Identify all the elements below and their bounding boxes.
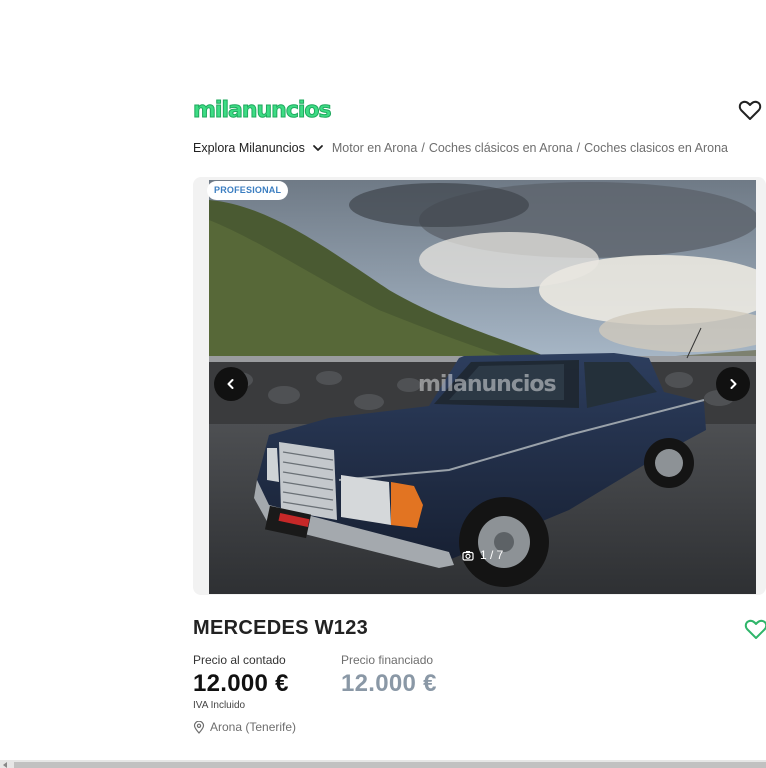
financed-price-block[interactable]: Precio financiado 12.000 € (341, 653, 437, 698)
breadcrumb: Explora Milanuncios Motor en Arona / Coc… (193, 139, 728, 157)
photo-counter-text: 1 / 7 (480, 548, 504, 562)
breadcrumb-separator: / (576, 141, 581, 155)
financed-price-label: Precio financiado (341, 653, 434, 667)
professional-badge: PROFESIONAL (207, 181, 289, 200)
cash-price-label: Precio al contado (193, 653, 286, 667)
milanuncios-logo[interactable]: milanuncios (193, 97, 333, 125)
heart-outline-icon[interactable] (738, 99, 762, 121)
breadcrumb-link-motor[interactable]: Motor en Arona (332, 141, 417, 155)
chevron-down-icon[interactable] (312, 142, 324, 154)
explore-menu[interactable]: Explora Milanuncios (193, 141, 305, 155)
location-text: Arona (Tenerife) (210, 720, 297, 734)
heart-outline-icon[interactable] (744, 618, 766, 640)
photo-watermark: milanuncios (418, 372, 557, 397)
cash-price-block: Precio al contado 12.000 € IVA Incluido (193, 653, 289, 711)
tax-note: IVA Incluido (193, 700, 246, 711)
breadcrumb-link-clasicos[interactable]: Coches clásicos en Arona (429, 141, 573, 155)
breadcrumb-link-clasicos-2[interactable]: Coches clasicos en Arona (584, 141, 728, 155)
chevron-right-icon (730, 379, 737, 389)
chevron-left-icon (227, 379, 234, 389)
gallery-next-button[interactable] (716, 367, 750, 401)
financed-price: 12.000 € (341, 670, 437, 697)
scroll-left-arrow-icon[interactable] (3, 762, 7, 768)
camera-icon (462, 550, 474, 561)
breadcrumb-separator: / (421, 141, 425, 155)
listing-title: MERCEDES W123 (193, 617, 369, 639)
scrollbar-thumb[interactable] (14, 762, 766, 768)
gallery-prev-button[interactable] (214, 367, 248, 401)
location: Arona (Tenerife) (193, 720, 296, 734)
photo-counter: 1 / 7 (462, 548, 503, 562)
location-pin-icon (193, 720, 205, 734)
cash-price: 12.000 € (193, 670, 289, 697)
